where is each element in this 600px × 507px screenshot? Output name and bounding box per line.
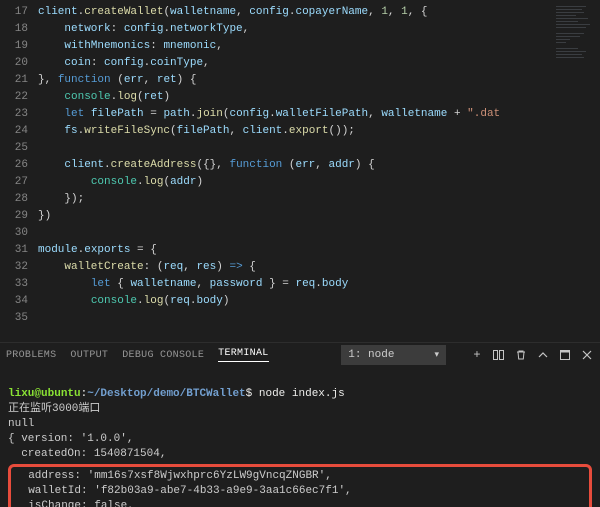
- line-number: 22: [0, 89, 38, 106]
- code-line[interactable]: });: [38, 191, 552, 208]
- tab-debug-console[interactable]: DEBUG CONSOLE: [122, 350, 204, 361]
- code-line[interactable]: coin: config.coinType,: [38, 55, 552, 72]
- code-line[interactable]: let filePath = path.join(config.walletFi…: [38, 106, 552, 123]
- line-number: 30: [0, 225, 38, 242]
- line-number: 23: [0, 106, 38, 123]
- line-number: 35: [0, 310, 38, 327]
- line-number-gutter: 17181920212223242526272829303132333435: [0, 0, 38, 342]
- kill-terminal-icon[interactable]: [514, 348, 528, 362]
- tab-problems[interactable]: PROBLEMS: [6, 350, 56, 361]
- line-number: 24: [0, 123, 38, 140]
- line-number: 31: [0, 242, 38, 259]
- panel-tabs: PROBLEMS OUTPUT DEBUG CONSOLE TERMINAL 1…: [0, 343, 600, 368]
- terminal-user: lixu: [8, 388, 34, 400]
- code-line[interactable]: console.log(ret): [38, 89, 552, 106]
- terminal-select-label: 1: node: [348, 349, 394, 361]
- line-number: 32: [0, 259, 38, 276]
- line-number: 26: [0, 157, 38, 174]
- line-number: 33: [0, 276, 38, 293]
- close-panel-icon[interactable]: [580, 348, 594, 362]
- code-line[interactable]: }): [38, 208, 552, 225]
- terminal-line-created: createdOn: 1540871504,: [8, 448, 166, 460]
- terminal-select[interactable]: 1: node ▾: [341, 345, 446, 365]
- code-line[interactable]: [38, 310, 552, 327]
- code-line[interactable]: withMnemonics: mnemonic,: [38, 38, 552, 55]
- code-line[interactable]: }, function (err, ret) {: [38, 72, 552, 89]
- code-line[interactable]: client.createWallet(walletname, config.c…: [38, 4, 552, 21]
- code-line[interactable]: [38, 225, 552, 242]
- code-line[interactable]: client.createAddress({}, function (err, …: [38, 157, 552, 174]
- terminal-line-null: null: [8, 418, 34, 430]
- new-terminal-icon[interactable]: +: [470, 348, 484, 362]
- code-line[interactable]: network: config.networkType,: [38, 21, 552, 38]
- code-area[interactable]: client.createWallet(walletname, config.c…: [38, 0, 552, 342]
- tab-output[interactable]: OUTPUT: [70, 350, 108, 361]
- terminal-command: node index.js: [252, 388, 344, 400]
- tab-terminal[interactable]: TERMINAL: [218, 348, 268, 362]
- code-line[interactable]: console.log(req.body): [38, 293, 552, 310]
- code-editor[interactable]: 17181920212223242526272829303132333435 c…: [0, 0, 600, 342]
- line-number: 19: [0, 38, 38, 55]
- line-number: 20: [0, 55, 38, 72]
- line-number: 25: [0, 140, 38, 157]
- code-line[interactable]: let { walletname, password } = req.body: [38, 276, 552, 293]
- line-number: 34: [0, 293, 38, 310]
- vscode-window: 17181920212223242526272829303132333435 c…: [0, 0, 600, 507]
- split-terminal-icon[interactable]: [492, 348, 506, 362]
- bottom-panel: PROBLEMS OUTPUT DEBUG CONSOLE TERMINAL 1…: [0, 342, 600, 507]
- line-number: 27: [0, 174, 38, 191]
- line-number: 29: [0, 208, 38, 225]
- maximize-panel-icon[interactable]: [558, 348, 572, 362]
- terminal-line-listen: 正在监听3000端口: [8, 403, 100, 415]
- line-number: 18: [0, 21, 38, 38]
- chevron-down-icon: ▾: [434, 350, 439, 360]
- panel-actions: +: [470, 348, 594, 362]
- code-line[interactable]: [38, 140, 552, 157]
- minimap[interactable]: [552, 0, 600, 342]
- highlighted-output: address: 'mm16s7xsf8Wjwxhprc6YzLW9gVncqZ…: [8, 464, 592, 507]
- code-line[interactable]: console.log(addr): [38, 174, 552, 191]
- terminal-host: ubuntu: [41, 388, 81, 400]
- terminal-line-obj-open: { version: '1.0.0',: [8, 433, 133, 445]
- line-number: 28: [0, 191, 38, 208]
- terminal-path: ~/Desktop/demo/BTCWallet: [87, 388, 245, 400]
- code-line[interactable]: module.exports = {: [38, 242, 552, 259]
- code-line[interactable]: fs.writeFileSync(filePath, client.export…: [38, 123, 552, 140]
- code-line[interactable]: walletCreate: (req, res) => {: [38, 259, 552, 276]
- line-number: 21: [0, 72, 38, 89]
- line-number: 17: [0, 4, 38, 21]
- terminal-output[interactable]: lixu@ubuntu:~/Desktop/demo/BTCWallet$ no…: [0, 368, 600, 507]
- chevron-up-icon[interactable]: [536, 348, 550, 362]
